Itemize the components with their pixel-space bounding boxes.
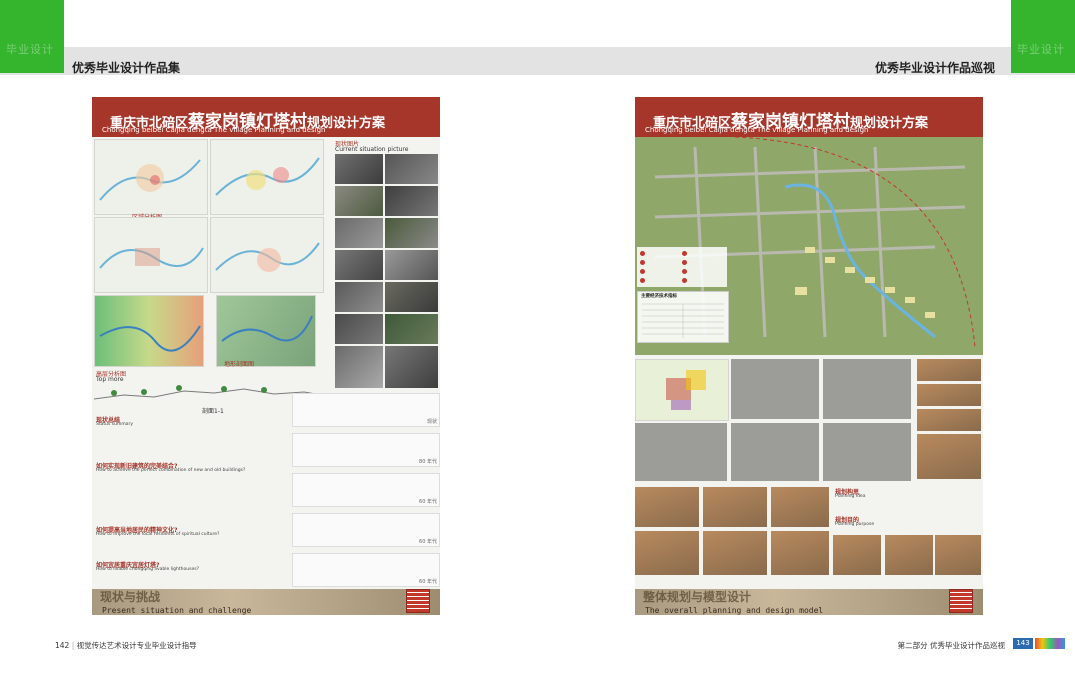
evolution-strip-2: 80 年代 (292, 433, 440, 467)
photo-12 (385, 314, 438, 344)
slope-label: 地形剖面图 (224, 361, 255, 368)
indicator-table: 主要经济技术指标 (637, 291, 729, 343)
left-poster: 重庆市北碚区蔡家岗镇灯塔村规划设计方案 Chongqing beibei Cai… (92, 97, 440, 615)
left-green-tab: 毕业设计 (0, 0, 64, 73)
section-label: 剖面1-1 (202, 408, 224, 415)
left-bottom-band: 现状与挑战 Present situation and challenge (92, 589, 440, 615)
brick-logo (949, 589, 973, 613)
rainbow-bar (1035, 638, 1065, 649)
tab-mark-left: 毕业设计 (6, 43, 54, 56)
model-photo-8 (885, 535, 933, 575)
model-photo-5 (703, 531, 767, 575)
left-footer: 142 | 视觉传达艺术设计专业毕业设计指导 (55, 641, 197, 650)
photo-10 (385, 282, 438, 312)
slope-map (216, 295, 316, 367)
model-analysis-2 (731, 359, 819, 419)
question-3-en: How to livable chongqing livable lightho… (96, 567, 199, 572)
evolution-strip-1: 现状 (292, 393, 440, 427)
strip-year-5: 60 年代 (419, 579, 437, 585)
terrain-map (94, 295, 204, 367)
photo-14 (385, 346, 438, 388)
goal-title-en: Planning purpose (835, 522, 875, 527)
strip-year-2: 80 年代 (419, 459, 437, 465)
legend-dot-3 (640, 269, 645, 274)
photo-6 (385, 218, 438, 248)
left-poster-subtitle: Chongqing beibei Caijia dengta The villa… (102, 126, 326, 134)
photo-2 (385, 154, 438, 184)
left-footer-text: 视觉传达艺术设计专业毕业设计指导 (76, 641, 197, 650)
legend-dot-2 (640, 260, 645, 265)
model-photo-9 (935, 535, 981, 575)
photo-4 (385, 186, 438, 216)
question-2-en: How to improve the local residents of sp… (96, 532, 220, 537)
model-photo-3 (771, 487, 829, 527)
evolution-strip-3: 60 年代 (292, 473, 440, 507)
photo-7 (335, 250, 383, 280)
right-poster: 重庆市北碚区蔡家岗镇灯塔村规划设计方案 Chongqing beibei Cai… (635, 97, 983, 615)
model-analysis-1 (635, 359, 729, 421)
brick-logo (406, 589, 430, 613)
model-photo-2 (703, 487, 767, 527)
analysis-map-3 (94, 217, 208, 293)
photos-label-en: Current situation picture (335, 146, 409, 153)
right-page-number: 143 (1013, 638, 1033, 649)
photo-11 (335, 314, 383, 344)
model-photo-6 (771, 531, 829, 575)
terrain-label-en: Top more (96, 376, 124, 383)
analysis-map-4 (210, 217, 324, 293)
model-layer-1 (917, 359, 981, 381)
tab-mark-right: 毕业设计 (1017, 43, 1065, 56)
model-analysis-3 (823, 359, 911, 419)
strip-year-3: 60 年代 (419, 499, 437, 505)
right-bottom-band: 整体规划与模型设计 The overall planning and desig… (635, 589, 983, 615)
model-layer-4 (917, 434, 981, 479)
left-header-title: 优秀毕业设计作品集 (72, 61, 181, 75)
legend-dot-4 (640, 278, 645, 283)
right-poster-subtitle: Chongqing beibei Caijia dengta The villa… (645, 126, 869, 134)
status-title-en: Status summary (96, 422, 134, 427)
model-photo-1 (635, 487, 699, 527)
photo-1 (335, 154, 383, 184)
model-photo-4 (635, 531, 699, 575)
legend-dot-6 (682, 260, 687, 265)
model-layer-3 (917, 409, 981, 431)
right-bottom-subtitle: The overall planning and design model (645, 606, 824, 615)
legend-dot-8 (682, 278, 687, 283)
planning-title-en: Planning idea (835, 494, 866, 499)
legend-dot-1 (640, 251, 645, 256)
model-photo-7 (833, 535, 881, 575)
left-poster-header: 重庆市北碚区蔡家岗镇灯塔村规划设计方案 Chongqing beibei Cai… (92, 97, 440, 137)
left-bottom-title: 现状与挑战 (100, 590, 161, 604)
photo-9 (335, 282, 383, 312)
legend-dot-5 (682, 251, 687, 256)
evolution-strip-5: 60 年代 (292, 553, 440, 587)
right-bottom-title: 整体规划与模型设计 (643, 590, 752, 604)
strip-year-1: 现状 (426, 419, 437, 425)
right-footer-text: 第二部分 优秀毕业设计作品巡视 (897, 641, 1005, 650)
photo-3 (335, 186, 383, 216)
legend-dot-7 (682, 269, 687, 274)
left-page-number: 142 (55, 641, 70, 650)
plan-legend (637, 247, 727, 287)
photo-5 (335, 218, 383, 248)
photo-8 (385, 250, 438, 280)
right-header-title: 优秀毕业设计作品巡视 (874, 61, 995, 75)
left-bottom-subtitle: Present situation and challenge (102, 606, 252, 615)
model-analysis-6 (823, 423, 911, 481)
right-green-tab: 毕业设计 (1011, 0, 1075, 73)
model-layer-2 (917, 384, 981, 406)
question-1-en: How to achieve the perfect combination o… (96, 468, 246, 473)
model-analysis-4 (635, 423, 727, 481)
analysis-map-1 (94, 139, 208, 215)
strip-year-4: 60 年代 (419, 539, 437, 545)
evolution-strip-4: 60 年代 (292, 513, 440, 547)
photo-13 (335, 346, 383, 388)
right-poster-header: 重庆市北碚区蔡家岗镇灯塔村规划设计方案 Chongqing beibei Cai… (635, 97, 983, 137)
model-analysis-5 (731, 423, 819, 481)
analysis-map-2 (210, 139, 324, 215)
